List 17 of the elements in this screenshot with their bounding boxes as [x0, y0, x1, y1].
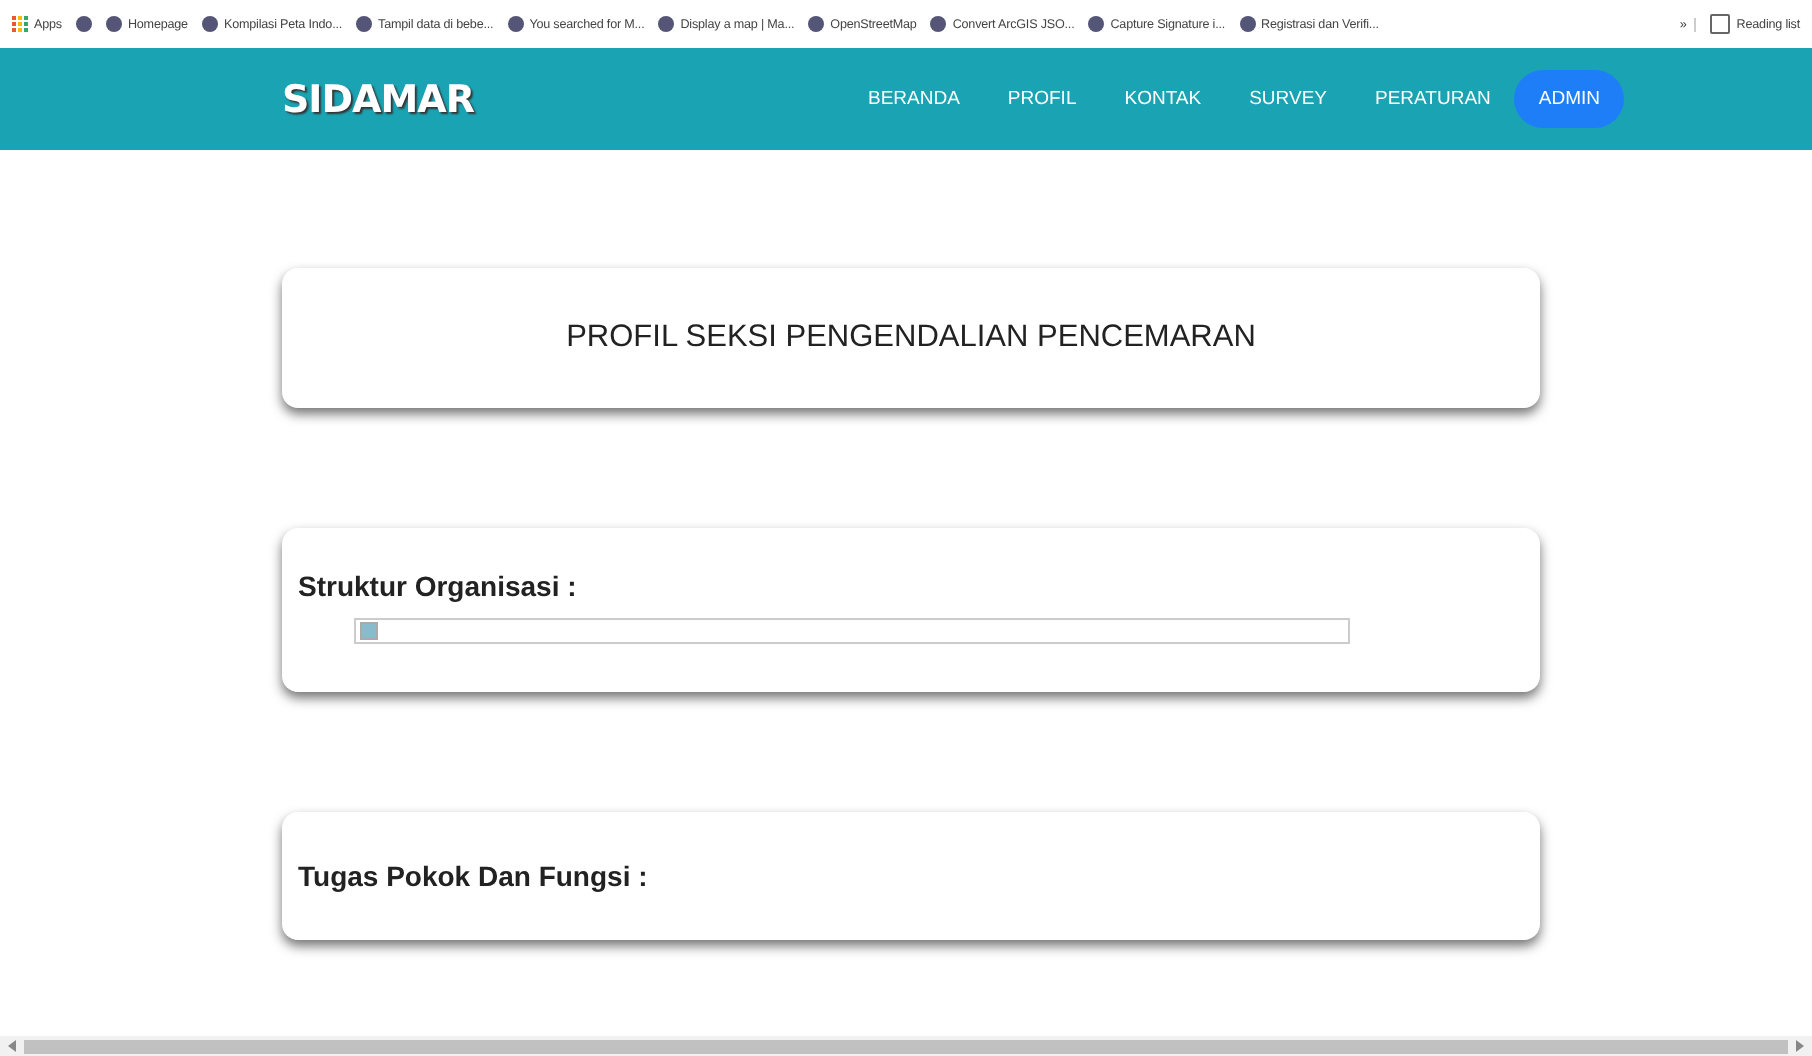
- bookmark-item[interactable]: [75, 16, 92, 32]
- reading-list-icon: [1710, 14, 1731, 34]
- section-heading: Tugas Pokok Dan Fungsi :: [298, 860, 648, 892]
- favicon-icon: [201, 16, 218, 32]
- favicon-icon: [930, 16, 947, 32]
- favicon-icon: [507, 16, 524, 32]
- horizontal-scrollbar[interactable]: [0, 1036, 1812, 1056]
- page-title: PROFIL SEKSI PENGENDALIAN PENCEMARAN: [566, 320, 1256, 356]
- nav-link[interactable]: ADMIN: [1514, 70, 1625, 128]
- favicon-icon: [808, 16, 825, 32]
- favicon-icon: [356, 16, 373, 32]
- favicon-icon: [1239, 16, 1256, 32]
- favicon-icon: [1088, 16, 1105, 32]
- apps-grid-icon: [12, 16, 28, 32]
- broken-image-icon: [360, 622, 378, 640]
- favicon-icon: [658, 16, 675, 32]
- section-heading: Struktur Organisasi :: [298, 570, 579, 602]
